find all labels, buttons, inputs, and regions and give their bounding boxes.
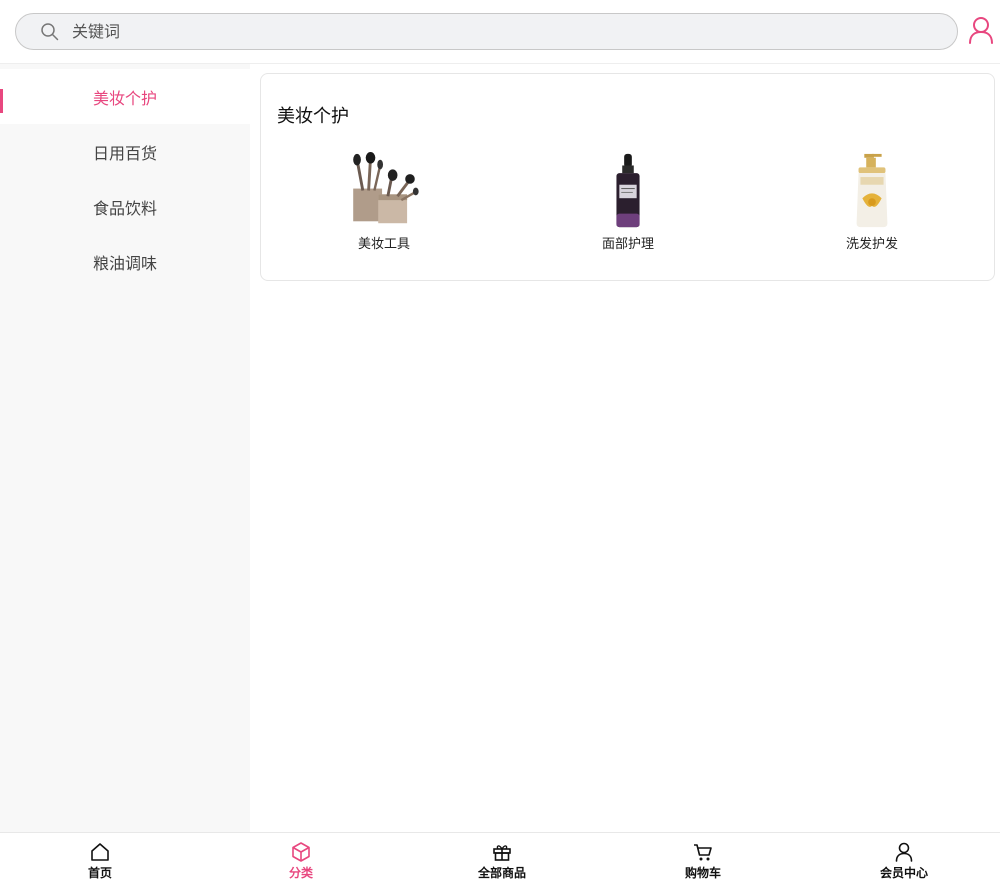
shampoo-bottle-image [856,153,888,228]
tab-label: 全部商品 [477,866,526,880]
sidebar-item-grain-oil[interactable]: 粮油调味 [0,234,250,289]
tab-all-products[interactable]: 全部商品 [442,833,562,890]
category-sidebar: 美妆个护 日用百货 食品饮料 粮油调味 [0,64,250,832]
sidebar-item-label: 日用百货 [92,143,157,163]
tab-label: 首页 [87,866,112,880]
subcategory-label: 洗发护发 [845,237,898,252]
sidebar-item-label: 食品饮料 [92,198,157,218]
user-icon[interactable] [968,16,994,44]
subcategory-face-care[interactable]: 面部护理 [568,152,688,252]
subcategory-label: 美妆工具 [357,237,410,252]
tab-label: 分类 [288,866,313,880]
tab-home[interactable]: 首页 [40,833,160,890]
cart-icon [694,844,712,861]
gift-icon [493,845,511,861]
subcategory-label: 面部护理 [601,237,654,252]
home-icon [91,843,109,861]
tab-label: 会员中心 [879,866,928,880]
tab-category[interactable]: 分类 [241,833,361,890]
search-box[interactable] [15,13,958,50]
tab-label: 购物车 [684,866,721,880]
sidebar-item-label: 粮油调味 [92,253,157,273]
subcategory-makeup-tools[interactable]: 美妆工具 [324,152,444,252]
sidebar-item-label: 美妆个护 [92,88,157,108]
sidebar-item-food[interactable]: 食品饮料 [0,179,250,234]
makeup-brushes-image [353,152,419,224]
tab-cart[interactable]: 购物车 [643,833,763,890]
user-icon [895,842,913,862]
serum-bottle-image [616,153,640,228]
bottom-tab-bar: 首页 分类 全部商品 购物车 会员中心 [0,832,1000,890]
sidebar-item-beauty[interactable]: 美妆个护 [0,69,250,124]
subcategory-card: 美妆个护 美妆工具 面部护理 洗发护发 [260,73,995,281]
subcategory-hair-care[interactable]: 洗发护发 [812,152,932,252]
sidebar-item-daily[interactable]: 日用百货 [0,124,250,179]
tab-member-center[interactable]: 会员中心 [844,833,964,890]
search-input[interactable] [72,14,932,49]
header [0,0,1000,64]
section-title: 美妆个护 [277,106,349,127]
cube-icon [292,842,310,862]
search-icon [41,23,59,41]
